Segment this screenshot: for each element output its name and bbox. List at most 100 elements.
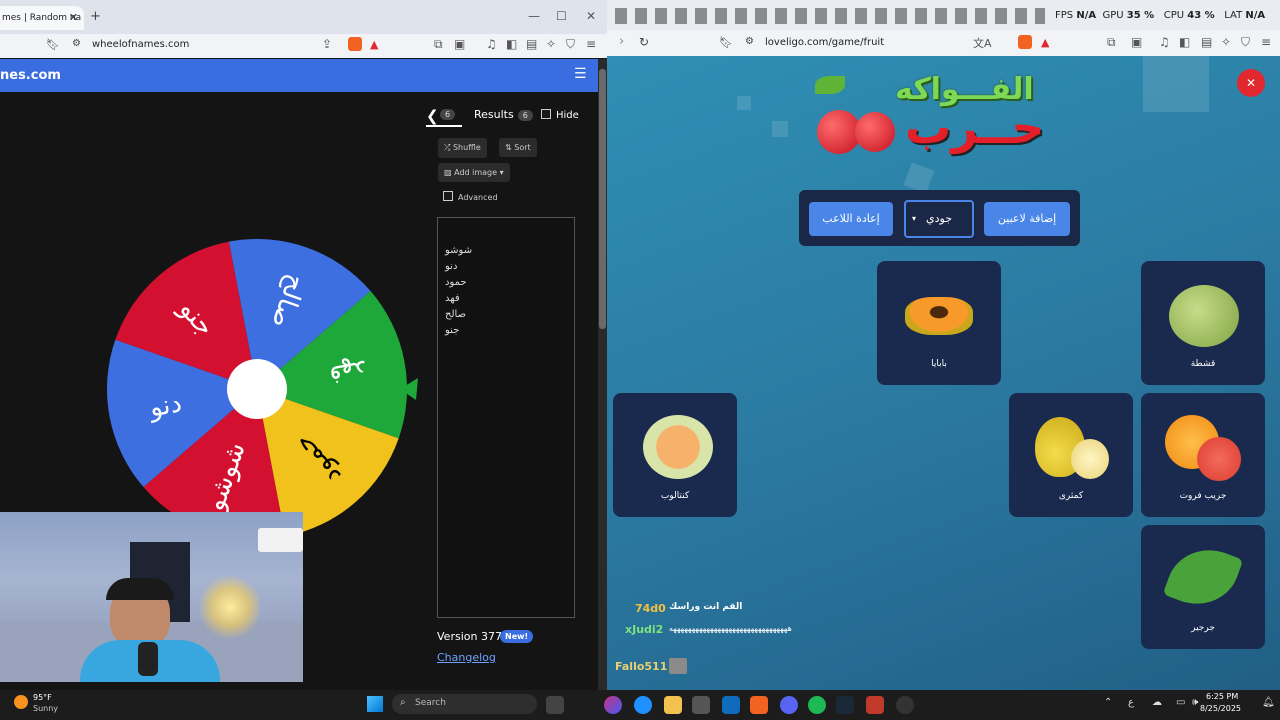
collapse-panel-icon[interactable]: ❮ <box>426 107 439 125</box>
changelog-link[interactable]: Changelog <box>437 651 496 664</box>
notification-icon[interactable]: 🔔︎ <box>1262 697 1275 708</box>
tab-results[interactable]: Results 6 <box>474 108 533 121</box>
chat-message: القم انت وراسك <box>669 602 743 612</box>
sidebar-icon[interactable]: ◧ <box>506 37 517 51</box>
reset-player-button[interactable]: إعادة اللاعب <box>809 202 893 236</box>
left-scrollbar[interactable] <box>598 59 607 690</box>
right-brave-shield-icon[interactable] <box>1018 35 1032 49</box>
windows-start-icon[interactable] <box>367 696 383 712</box>
language-indicator-icon[interactable]: ع <box>1128 697 1134 708</box>
right-brave-rewards-icon[interactable]: ▲ <box>1041 36 1049 49</box>
spotify-icon[interactable] <box>808 696 826 714</box>
clock-time[interactable]: 6:25 PM <box>1206 692 1238 701</box>
new-tab-icon[interactable]: + <box>90 9 101 24</box>
media-icon[interactable]: ♫ <box>486 37 497 51</box>
close-window-icon[interactable]: ✕ <box>586 9 596 23</box>
right-media-icon[interactable]: ♫ <box>1159 35 1170 49</box>
extensions-icon[interactable]: ⧉ <box>434 37 443 52</box>
site-brand[interactable]: nes.com <box>0 68 61 83</box>
fruit-card-cantaloupe[interactable]: كنتالوب <box>613 393 737 517</box>
wheel[interactable]: صالحفهدحمودشوشودنوجنو <box>100 232 420 552</box>
brave-rewards-icon[interactable]: ▲ <box>370 38 378 51</box>
name-entry: حمود <box>445 277 467 288</box>
chevron-up-icon[interactable]: ⌃ <box>1104 697 1112 708</box>
vpn-icon[interactable]: ⛉ <box>566 37 575 52</box>
screenshot-icon[interactable]: ▣ <box>454 37 465 51</box>
edge-icon[interactable] <box>634 696 652 714</box>
task-view-icon[interactable] <box>546 696 564 714</box>
minimize-icon[interactable]: — <box>528 9 540 23</box>
right-wallet-icon[interactable]: ▤ <box>1201 35 1212 49</box>
add-players-button[interactable]: إضافة لاعبين <box>984 202 1070 236</box>
right-bookmark-icon[interactable]: 🔖︎ <box>719 36 733 49</box>
fruit-card-arugula[interactable]: جرجير <box>1141 525 1265 649</box>
right-screenshot-icon[interactable]: ▣ <box>1131 35 1142 49</box>
right-vpn-icon[interactable]: ⛉ <box>1241 35 1250 50</box>
shuffle-button[interactable]: ⤮ Shuffle <box>438 138 487 158</box>
network-icon[interactable]: ▭ <box>1176 697 1185 708</box>
right-site-info-icon[interactable]: ⚙︎ <box>745 36 754 47</box>
add-image-button[interactable]: ▨ Add image ▾ <box>438 163 510 182</box>
weather-sun-icon[interactable] <box>14 695 28 709</box>
weather-temp[interactable]: 95°F <box>33 693 52 702</box>
voicemeeter-icon[interactable] <box>866 696 884 714</box>
sort-button[interactable]: ⇅ Sort <box>499 138 537 157</box>
close-game-button[interactable]: ✕ <box>1237 69 1265 97</box>
right-browser-menu-icon[interactable]: ≡ <box>1261 35 1271 49</box>
translate-icon[interactable]: 文A <box>973 35 992 51</box>
advanced-checkbox[interactable] <box>443 191 453 201</box>
bookmark-icon[interactable]: 🔖︎ <box>46 38 60 51</box>
close-tab-icon[interactable]: ✕ <box>69 11 78 24</box>
tab-wheelofnames[interactable]: mes | Random na ✕ <box>0 6 84 30</box>
share-icon[interactable]: ⇪ <box>322 37 332 51</box>
papaya-icon <box>905 297 973 335</box>
copilot-icon[interactable] <box>604 696 622 714</box>
right-sidebar-icon[interactable]: ◧ <box>1179 35 1190 49</box>
outlook-icon[interactable] <box>722 696 740 714</box>
brave-shield-icon[interactable] <box>348 37 362 51</box>
ai-icon[interactable]: ✧ <box>546 37 556 51</box>
fruit-card-custard-apple[interactable]: قشطة <box>1141 261 1265 385</box>
bg-square <box>1143 56 1209 112</box>
right-url[interactable]: loveligo.com/game/fruit <box>765 37 884 48</box>
hide-toggle[interactable]: Hide <box>541 109 579 121</box>
cloud-icon[interactable]: ☁ <box>1152 697 1162 708</box>
obs-icon[interactable] <box>896 696 914 714</box>
fruit-card-papaya[interactable]: بابايا <box>877 261 1001 385</box>
brave-icon[interactable] <box>750 696 768 714</box>
left-scrollbar-thumb[interactable] <box>599 69 606 329</box>
player-select[interactable]: ▾ جودي <box>904 200 974 238</box>
volume-icon[interactable]: 🕪︎ <box>1192 697 1198 708</box>
site-info-icon[interactable]: ⚙︎ <box>72 38 81 49</box>
discord-icon[interactable] <box>780 696 798 714</box>
entries-count: 6 <box>440 109 456 120</box>
steam-icon[interactable] <box>836 696 854 714</box>
right-ai-icon[interactable]: ✧ <box>1221 35 1231 49</box>
maximize-icon[interactable]: ☐ <box>556 9 567 23</box>
store-icon[interactable] <box>692 696 710 714</box>
chat-user: Fallo511 <box>615 660 668 673</box>
player-select-value: جودي <box>926 212 952 225</box>
reload-icon[interactable]: ↻ <box>639 35 649 49</box>
taskbar-search[interactable]: ⌕ Search <box>392 694 537 714</box>
file-explorer-icon[interactable] <box>664 696 682 714</box>
hamburger-menu-icon[interactable]: ☰ <box>574 66 587 82</box>
hide-checkbox[interactable] <box>541 109 551 119</box>
wallet-icon[interactable]: ▤ <box>526 37 537 51</box>
left-url[interactable]: wheelofnames.com <box>92 39 189 50</box>
clock-date[interactable]: 8/25/2025 <box>1200 704 1241 713</box>
right-extensions-icon[interactable]: ⧉ <box>1107 35 1116 50</box>
browser-menu-icon[interactable]: ≡ <box>586 37 596 51</box>
weather-desc[interactable]: Sunny <box>33 704 58 713</box>
forward-icon[interactable]: › <box>619 34 624 49</box>
advanced-toggle[interactable]: Advanced <box>443 191 498 202</box>
version-label: Version 377 <box>437 630 502 643</box>
fruit-card-pear[interactable]: كمثرى <box>1009 393 1133 517</box>
grapefruit-half-icon <box>1197 437 1241 481</box>
bg-square <box>903 162 935 194</box>
entries-tab-underline <box>426 125 462 127</box>
pinned-tabs[interactable] <box>615 8 1045 24</box>
name-entry: فهد <box>445 293 460 304</box>
fruit-card-grapefruit[interactable]: جريب فروت <box>1141 393 1265 517</box>
wheel-center[interactable] <box>227 359 287 419</box>
